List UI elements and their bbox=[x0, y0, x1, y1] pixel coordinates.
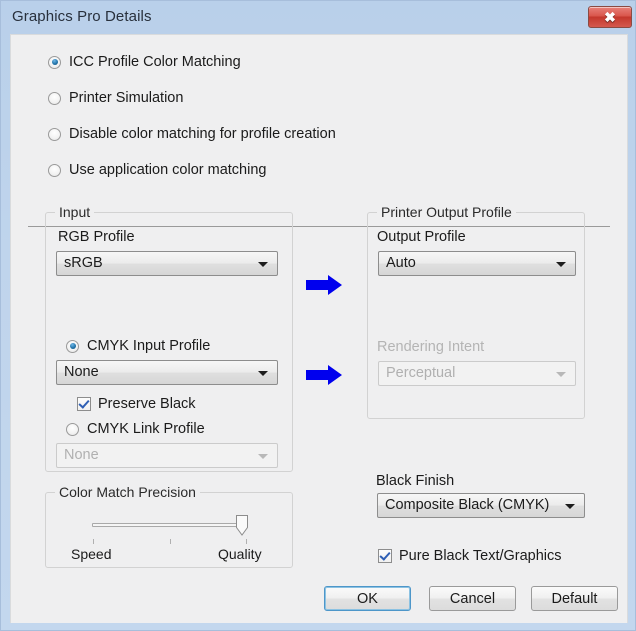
input-group: Input RGB Profile sRGB CMYK Input Profil… bbox=[45, 204, 293, 472]
radio-cmyk-link-profile[interactable]: CMYK Link Profile bbox=[66, 421, 205, 437]
black-finish-label: Black Finish bbox=[376, 473, 455, 489]
close-icon: ✖ bbox=[604, 9, 616, 25]
radio-indicator[interactable] bbox=[48, 127, 61, 141]
output-profile-label: Output Profile bbox=[377, 229, 466, 245]
chevron-down-icon bbox=[556, 372, 566, 377]
chevron-down-icon bbox=[565, 504, 575, 509]
radio-cmyk-input-profile[interactable]: CMYK Input Profile bbox=[66, 338, 210, 354]
radio-label: Use application color matching bbox=[69, 162, 267, 178]
chevron-down-icon bbox=[258, 262, 268, 267]
radio-indicator[interactable] bbox=[66, 422, 79, 436]
printer-output-profile-group: Printer Output Profile Output Profile Au… bbox=[367, 204, 585, 419]
cmyk-link-profile-value: None bbox=[64, 447, 99, 463]
ok-button[interactable]: OK bbox=[324, 586, 411, 611]
radio-label: CMYK Input Profile bbox=[87, 338, 211, 354]
chevron-down-icon bbox=[556, 262, 566, 267]
radio-printer-simulation[interactable]: Printer Simulation bbox=[48, 90, 183, 106]
slider-tick bbox=[246, 539, 247, 544]
preserve-black-checkbox[interactable] bbox=[77, 397, 91, 411]
black-finish-combo[interactable]: Composite Black (CMYK) bbox=[377, 493, 585, 518]
radio-label: CMYK Link Profile bbox=[87, 421, 205, 437]
preserve-black-label: Preserve Black bbox=[98, 396, 196, 412]
chevron-down-icon bbox=[258, 371, 268, 376]
radio-icc-profile-color-matching[interactable]: ICC Profile Color Matching bbox=[48, 54, 241, 70]
output-profile-value: Auto bbox=[386, 255, 416, 271]
color-match-precision-group: Color Match Precision Speed Quality bbox=[45, 484, 293, 568]
radio-indicator[interactable] bbox=[48, 163, 61, 177]
precision-slider-thumb[interactable] bbox=[236, 515, 248, 536]
pure-black-text-graphics-row[interactable]: Pure Black Text/Graphics bbox=[378, 548, 562, 564]
rgb-profile-combo[interactable]: sRGB bbox=[56, 251, 278, 276]
radio-use-application-color-matching[interactable]: Use application color matching bbox=[48, 162, 266, 178]
printer-output-profile-title: Printer Output Profile bbox=[377, 204, 516, 220]
chevron-down-icon bbox=[258, 454, 268, 459]
pure-black-label: Pure Black Text/Graphics bbox=[399, 548, 562, 564]
pure-black-checkbox[interactable] bbox=[378, 549, 392, 563]
rgb-profile-value: sRGB bbox=[64, 255, 103, 271]
cmyk-input-profile-combo[interactable]: None bbox=[56, 360, 278, 385]
dialog-window: Graphics Pro Details ✖ ICC Profile Color… bbox=[0, 0, 636, 631]
radio-indicator[interactable] bbox=[48, 91, 61, 105]
output-profile-combo[interactable]: Auto bbox=[378, 251, 576, 276]
black-finish-value: Composite Black (CMYK) bbox=[385, 497, 550, 513]
radio-label: Printer Simulation bbox=[69, 90, 184, 106]
close-button[interactable]: ✖ bbox=[588, 6, 632, 28]
radio-indicator[interactable] bbox=[48, 55, 61, 69]
rgb-profile-label: RGB Profile bbox=[58, 229, 135, 245]
precision-slider-track[interactable] bbox=[92, 523, 247, 527]
cancel-button[interactable]: Cancel bbox=[429, 586, 516, 611]
default-button[interactable]: Default bbox=[531, 586, 618, 611]
radio-label: Disable color matching for profile creat… bbox=[69, 126, 336, 142]
cmyk-link-profile-combo[interactable]: None bbox=[56, 443, 278, 468]
input-group-title: Input bbox=[55, 204, 95, 220]
right-arrow-icon-cmyk bbox=[304, 364, 344, 386]
slider-max-label: Quality bbox=[218, 546, 262, 562]
dialog-client-area: ICC Profile Color Matching Printer Simul… bbox=[10, 34, 628, 623]
rendering-intent-combo[interactable]: Perceptual bbox=[378, 361, 576, 386]
slider-tick bbox=[170, 539, 171, 544]
preserve-black-checkbox-row[interactable]: Preserve Black bbox=[77, 396, 196, 412]
radio-indicator[interactable] bbox=[66, 339, 79, 353]
rendering-intent-label: Rendering Intent bbox=[377, 339, 485, 355]
right-arrow-icon-rgb bbox=[304, 274, 344, 296]
cmyk-input-profile-value: None bbox=[64, 364, 99, 380]
title-bar: Graphics Pro Details ✖ bbox=[1, 1, 636, 34]
window-title: Graphics Pro Details bbox=[12, 8, 152, 25]
color-match-precision-title: Color Match Precision bbox=[55, 484, 200, 500]
radio-disable-color-matching[interactable]: Disable color matching for profile creat… bbox=[48, 126, 336, 142]
rendering-intent-value: Perceptual bbox=[386, 365, 456, 381]
slider-min-label: Speed bbox=[71, 546, 112, 562]
slider-tick bbox=[93, 539, 94, 544]
radio-label: ICC Profile Color Matching bbox=[69, 54, 241, 70]
